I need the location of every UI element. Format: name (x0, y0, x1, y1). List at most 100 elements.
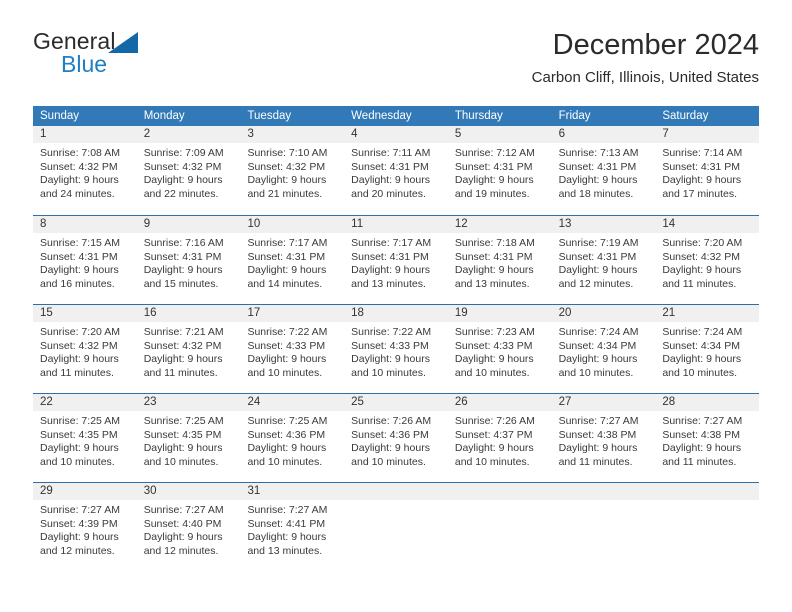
sunset-text: Sunset: 4:35 PM (143, 428, 222, 441)
sunrise-text: Sunrise: 7:18 AM (454, 237, 535, 249)
daylight-text-line2: and 10 minutes. (454, 455, 530, 468)
day-details: Sunrise: 7:20 AM Sunset: 4:32 PM Dayligh… (655, 233, 759, 291)
day-details: Sunrise: 7:18 AM Sunset: 4:31 PM Dayligh… (448, 233, 552, 291)
day-cell[interactable]: 2 Sunrise: 7:09 AM Sunset: 4:32 PM Dayli… (136, 126, 241, 215)
day-number-band: 3 (240, 126, 345, 143)
day-details: Sunrise: 7:24 AM Sunset: 4:34 PM Dayligh… (552, 322, 656, 380)
day-details: Sunrise: 7:16 AM Sunset: 4:31 PM Dayligh… (137, 233, 241, 291)
day-number-band: 10 (240, 216, 345, 233)
day-cell[interactable]: 28 Sunrise: 7:27 AM Sunset: 4:38 PM Dayl… (655, 394, 760, 482)
day-number-band: 9 (136, 216, 241, 233)
day-cell[interactable]: 15 Sunrise: 7:20 AM Sunset: 4:32 PM Dayl… (33, 305, 137, 393)
day-cell[interactable]: 30 Sunrise: 7:27 AM Sunset: 4:40 PM Dayl… (136, 483, 241, 571)
day-cell[interactable]: 27 Sunrise: 7:27 AM Sunset: 4:38 PM Dayl… (551, 394, 656, 482)
day-number: 18 (351, 307, 364, 319)
day-cell[interactable]: 24 Sunrise: 7:25 AM Sunset: 4:36 PM Dayl… (240, 394, 345, 482)
day-number-band: 8 (33, 216, 137, 233)
day-number-band: 23 (136, 394, 241, 411)
day-details (448, 500, 552, 504)
day-details: Sunrise: 7:15 AM Sunset: 4:31 PM Dayligh… (33, 233, 137, 291)
sunset-text: Sunset: 4:39 PM (40, 517, 118, 530)
day-cell[interactable]: 10 Sunrise: 7:17 AM Sunset: 4:31 PM Dayl… (240, 216, 345, 304)
day-cell[interactable]: 29 Sunrise: 7:27 AM Sunset: 4:39 PM Dayl… (33, 483, 137, 571)
daylight-text-line1: Daylight: 9 hours (143, 174, 223, 187)
daylight-text-line2: and 11 minutes. (662, 455, 737, 468)
sunset-text: Sunset: 4:31 PM (40, 250, 118, 263)
day-number-band: 19 (447, 305, 552, 322)
sunset-text: Sunset: 4:31 PM (351, 160, 429, 173)
sunset-text: Sunset: 4:31 PM (454, 160, 533, 173)
sunrise-text: Sunrise: 7:25 AM (143, 415, 224, 427)
day-cell[interactable]: 25 Sunrise: 7:26 AM Sunset: 4:36 PM Dayl… (344, 394, 448, 482)
day-cell-empty (655, 483, 760, 571)
calendar-page: General Blue December 2024 Carbon Cliff,… (0, 0, 792, 612)
daylight-text-line2: and 10 minutes. (40, 455, 115, 468)
day-cell[interactable]: 1 Sunrise: 7:08 AM Sunset: 4:32 PM Dayli… (33, 126, 137, 215)
day-cell[interactable]: 9 Sunrise: 7:16 AM Sunset: 4:31 PM Dayli… (136, 216, 241, 304)
sunrise-text: Sunrise: 7:20 AM (40, 326, 120, 338)
day-number: 8 (40, 218, 47, 230)
day-cell[interactable]: 5 Sunrise: 7:12 AM Sunset: 4:31 PM Dayli… (447, 126, 552, 215)
day-number: 26 (454, 396, 468, 408)
brand-logo[interactable]: General Blue (33, 28, 263, 86)
day-cell[interactable]: 13 Sunrise: 7:19 AM Sunset: 4:31 PM Dayl… (551, 216, 656, 304)
day-number: 22 (40, 396, 53, 408)
day-cell[interactable]: 7 Sunrise: 7:14 AM Sunset: 4:31 PM Dayli… (655, 126, 760, 215)
sunset-text: Sunset: 4:33 PM (454, 339, 533, 352)
day-details: Sunrise: 7:27 AM Sunset: 4:41 PM Dayligh… (240, 500, 344, 558)
sunset-text: Sunset: 4:35 PM (40, 428, 118, 441)
day-cell-empty (551, 483, 656, 571)
day-cell[interactable]: 8 Sunrise: 7:15 AM Sunset: 4:31 PM Dayli… (33, 216, 137, 304)
daylight-text-line1: Daylight: 9 hours (662, 442, 742, 455)
sunset-text: Sunset: 4:37 PM (454, 428, 533, 441)
daylight-text-line1: Daylight: 9 hours (558, 264, 638, 277)
sunset-text: Sunset: 4:38 PM (662, 428, 740, 441)
day-number: 2 (143, 128, 151, 140)
sunrise-text: Sunrise: 7:15 AM (40, 237, 120, 249)
day-cell[interactable]: 17 Sunrise: 7:22 AM Sunset: 4:33 PM Dayl… (240, 305, 345, 393)
day-details: Sunrise: 7:17 AM Sunset: 4:31 PM Dayligh… (240, 233, 344, 291)
daylight-text-line1: Daylight: 9 hours (558, 442, 638, 455)
sunset-text: Sunset: 4:32 PM (247, 160, 326, 173)
day-number: 9 (143, 218, 151, 230)
day-cell[interactable]: 3 Sunrise: 7:10 AM Sunset: 4:32 PM Dayli… (240, 126, 345, 215)
day-cell[interactable]: 14 Sunrise: 7:20 AM Sunset: 4:32 PM Dayl… (655, 216, 760, 304)
day-cell[interactable]: 23 Sunrise: 7:25 AM Sunset: 4:35 PM Dayl… (136, 394, 241, 482)
daylight-text-line1: Daylight: 9 hours (40, 353, 119, 366)
day-details: Sunrise: 7:26 AM Sunset: 4:37 PM Dayligh… (448, 411, 552, 469)
day-number-band: 25 (344, 394, 448, 411)
calendar-week-row: 8 Sunrise: 7:15 AM Sunset: 4:31 PM Dayli… (33, 215, 760, 304)
day-cell[interactable]: 19 Sunrise: 7:23 AM Sunset: 4:33 PM Dayl… (447, 305, 552, 393)
calendar-week-row: 22 Sunrise: 7:25 AM Sunset: 4:35 PM Dayl… (33, 393, 760, 482)
day-cell[interactable]: 26 Sunrise: 7:26 AM Sunset: 4:37 PM Dayl… (447, 394, 552, 482)
daylight-text-line2: and 21 minutes. (247, 187, 323, 200)
triangle-logo-icon (108, 32, 138, 53)
day-cell[interactable]: 16 Sunrise: 7:21 AM Sunset: 4:32 PM Dayl… (136, 305, 241, 393)
day-cell[interactable]: 31 Sunrise: 7:27 AM Sunset: 4:41 PM Dayl… (240, 483, 345, 571)
day-cell[interactable]: 11 Sunrise: 7:17 AM Sunset: 4:31 PM Dayl… (344, 216, 448, 304)
day-number-band: 20 (551, 305, 656, 322)
day-cell[interactable]: 4 Sunrise: 7:11 AM Sunset: 4:31 PM Dayli… (344, 126, 448, 215)
day-cell[interactable]: 12 Sunrise: 7:18 AM Sunset: 4:31 PM Dayl… (447, 216, 552, 304)
sunrise-text: Sunrise: 7:27 AM (143, 504, 224, 516)
sunrise-text: Sunrise: 7:19 AM (558, 237, 639, 249)
sunrise-text: Sunrise: 7:16 AM (143, 237, 224, 249)
day-cell[interactable]: 18 Sunrise: 7:22 AM Sunset: 4:33 PM Dayl… (344, 305, 448, 393)
daylight-text-line2: and 20 minutes. (351, 187, 426, 200)
day-cell[interactable]: 21 Sunrise: 7:24 AM Sunset: 4:34 PM Dayl… (655, 305, 760, 393)
daylight-text-line1: Daylight: 9 hours (454, 353, 534, 366)
day-number-band: 21 (655, 305, 760, 322)
daylight-text-line1: Daylight: 9 hours (558, 353, 638, 366)
day-details: Sunrise: 7:25 AM Sunset: 4:36 PM Dayligh… (240, 411, 344, 469)
day-cell[interactable]: 20 Sunrise: 7:24 AM Sunset: 4:34 PM Dayl… (551, 305, 656, 393)
day-cell[interactable]: 22 Sunrise: 7:25 AM Sunset: 4:35 PM Dayl… (33, 394, 137, 482)
day-number-band: 5 (447, 126, 552, 143)
day-details: Sunrise: 7:27 AM Sunset: 4:39 PM Dayligh… (33, 500, 137, 558)
daylight-text-line1: Daylight: 9 hours (662, 264, 742, 277)
calendar-week-row: 29 Sunrise: 7:27 AM Sunset: 4:39 PM Dayl… (33, 482, 760, 571)
day-number: 21 (662, 307, 676, 319)
daylight-text-line1: Daylight: 9 hours (40, 531, 119, 544)
sunset-text: Sunset: 4:31 PM (247, 250, 326, 263)
page-subtitle: Carbon Cliff, Illinois, United States (531, 69, 759, 86)
day-cell[interactable]: 6 Sunrise: 7:13 AM Sunset: 4:31 PM Dayli… (551, 126, 656, 215)
